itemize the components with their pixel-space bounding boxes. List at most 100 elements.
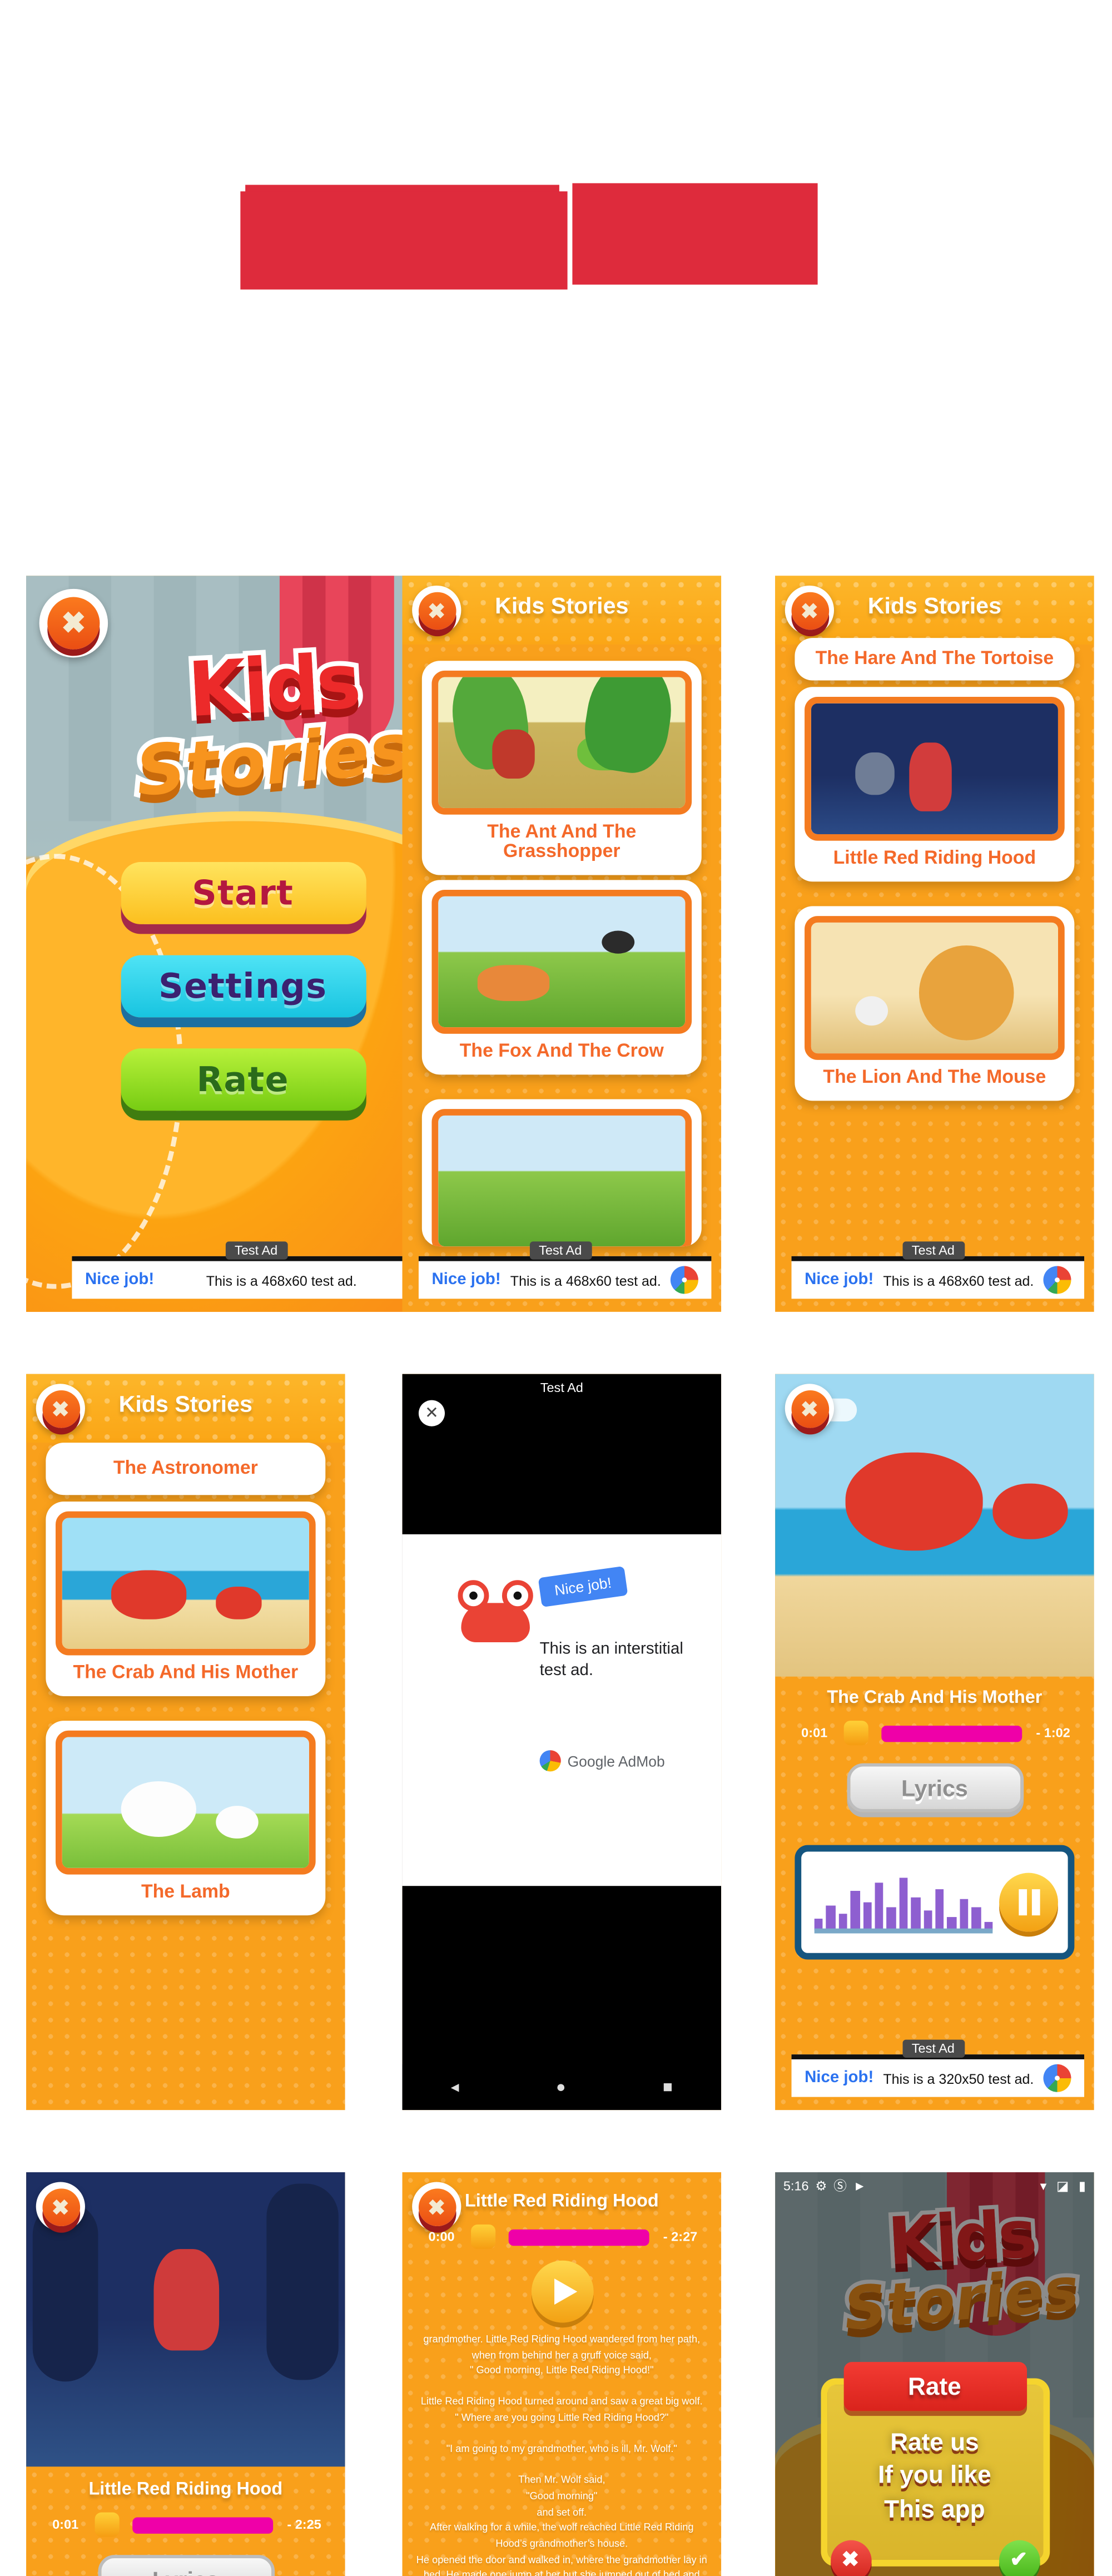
time-current: 0:00 xyxy=(428,2229,455,2245)
play-icon xyxy=(553,2278,577,2305)
close-button[interactable]: ✕ xyxy=(418,1400,445,1426)
ad-content-panel[interactable]: Nice job! This is an interstitial test a… xyxy=(402,1534,722,1886)
story-title: Little Red Riding Hood xyxy=(833,849,1036,869)
story-body-text: grandmother. Little Red Riding Hood wand… xyxy=(416,2334,707,2576)
story-card[interactable]: The Fox And The Crow xyxy=(421,880,702,1075)
gear-icon: ⚙ xyxy=(815,2178,827,2193)
home-icon[interactable]: ● xyxy=(556,2078,566,2096)
crow-figure xyxy=(601,930,634,954)
play-button[interactable] xyxy=(530,2260,593,2323)
interstitial-line-1: This is an interstitial xyxy=(539,1641,683,1659)
close-button[interactable]: ✖ xyxy=(785,1384,835,1433)
ant-figure xyxy=(492,729,535,779)
close-button[interactable]: ✖ xyxy=(36,2182,85,2231)
close-button[interactable]: ✖ xyxy=(39,588,108,658)
banner-ad[interactable]: Nice job! This is a 468x60 test ad. Test… xyxy=(791,1241,1085,1299)
lyrics-button[interactable]: Lyrics xyxy=(97,2555,274,2576)
baseline xyxy=(814,1928,993,1934)
admob-icon xyxy=(670,1266,698,1294)
logo-line-2: Stories xyxy=(127,703,418,816)
story-card[interactable]: Little Red Riding Hood xyxy=(795,687,1075,882)
settings-button[interactable]: Settings xyxy=(120,955,366,1018)
story-card[interactable]: The Hare And The Tortoise xyxy=(795,638,1075,681)
recents-icon[interactable]: ■ xyxy=(663,2078,673,2096)
rate-dialog: Rate Rate us If you like This app ✖ ✔ xyxy=(820,2362,1049,2576)
test-ad-label: Test Ad xyxy=(902,2039,965,2058)
story-card[interactable]: The Crab And His Mother xyxy=(46,1502,326,1697)
decline-button[interactable]: ✖ xyxy=(830,2539,871,2576)
close-icon: ✖ xyxy=(791,1389,828,1428)
banner-ad[interactable]: Nice job! This is a 468x60 test ad. Test… xyxy=(72,1241,450,1299)
lamb-art xyxy=(62,1737,309,1868)
play-store-icon: ► xyxy=(853,2178,866,2193)
signal-icon: ◪ xyxy=(1056,2178,1069,2193)
android-nav-bar: ◂ ● ■ xyxy=(402,2064,722,2111)
player-progress-bar[interactable]: 0:01 - 2:25 xyxy=(49,2512,322,2537)
pause-button[interactable] xyxy=(999,1872,1058,1932)
rate-button[interactable]: Rate xyxy=(120,1048,366,1111)
time-total: - 2:27 xyxy=(663,2229,698,2245)
close-icon: ✖ xyxy=(42,1389,80,1428)
crab-figure xyxy=(111,1570,187,1619)
progress-track[interactable] xyxy=(132,2516,274,2533)
story-thumbnail xyxy=(56,1730,316,1875)
close-button[interactable]: ✖ xyxy=(412,585,461,635)
screen-main-menu: Kids Stories ✖ Start Settings Rate Nice … xyxy=(26,576,460,1312)
lion-figure xyxy=(920,946,1015,1041)
close-icon: ✖ xyxy=(791,591,828,629)
banner-ad-nice-job: Nice job! xyxy=(85,1271,155,1289)
status-time: 5:16 xyxy=(783,2178,809,2193)
story-card[interactable]: The Lion And The Mouse xyxy=(795,906,1075,1101)
banner-ad-text: This is a 468x60 test ad. xyxy=(510,1271,661,1289)
grasshopper-figure xyxy=(576,735,632,771)
small-crab-figure xyxy=(215,1586,261,1619)
crab-small-figure xyxy=(992,1483,1068,1539)
story-title: The Astronomer xyxy=(113,1459,258,1479)
banner-ad[interactable]: Nice job! This is a 468x60 test ad. Test… xyxy=(418,1241,712,1299)
progress-track[interactable] xyxy=(881,1725,1022,1741)
app-logo: Kids Stories xyxy=(56,632,459,816)
ant-grasshopper-art xyxy=(438,677,686,808)
story-card[interactable]: The Astronomer xyxy=(46,1443,326,1495)
player-progress-bar[interactable]: 0:01 - 1:02 xyxy=(798,1721,1071,1746)
player-title: The Crab And His Mother xyxy=(827,1688,1042,1708)
accept-button[interactable]: ✔ xyxy=(998,2539,1040,2576)
lamb-figure xyxy=(215,1805,258,1838)
lyrics-button[interactable]: Lyrics xyxy=(846,1763,1023,1812)
crab-mother-art xyxy=(62,1518,309,1649)
test-ad-label: Test Ad xyxy=(902,1241,965,1260)
admob-crab-mascot xyxy=(451,1577,540,1652)
crab-eye-left xyxy=(458,1580,489,1612)
screen-player-riding-hood: ✖ Little Red Riding Hood 0:01 - 2:25 Lyr… xyxy=(26,2172,345,2576)
fox-figure xyxy=(478,964,550,1000)
banner-ad-text: This is a 468x60 test ad. xyxy=(883,1271,1034,1289)
banner-ad-text: This is a 320x50 test ad. xyxy=(883,2070,1034,2087)
redacted-block-2 xyxy=(572,183,818,285)
back-icon[interactable]: ◂ xyxy=(451,2078,459,2096)
interstitial-text: This is an interstitial test ad. xyxy=(540,1639,712,1681)
progress-track[interactable] xyxy=(508,2228,649,2245)
android-status-bar: 5:16 ⚙ Ⓢ ► ▾ ◪ ▮ xyxy=(775,2172,1094,2198)
story-card[interactable]: The Ant And The Grasshopper xyxy=(421,661,702,875)
story-card[interactable] xyxy=(421,1099,702,1247)
redacted-block-1 xyxy=(240,191,568,290)
start-button[interactable]: Start xyxy=(120,862,366,924)
wolf-figure xyxy=(855,753,895,796)
close-button[interactable]: ✖ xyxy=(36,1384,85,1433)
dialog-actions: ✖ ✔ xyxy=(827,2539,1042,2576)
story-card[interactable]: The Lamb xyxy=(46,1721,326,1916)
test-ad-label: Test Ad xyxy=(529,1241,592,1260)
banner-ad[interactable]: Nice job! This is a 320x50 test ad. Test… xyxy=(791,2039,1085,2097)
progress-knob[interactable] xyxy=(843,1721,868,1746)
player-progress-bar[interactable]: 0:00 - 2:27 xyxy=(425,2225,698,2250)
player-title: Little Red Riding Hood xyxy=(88,2479,283,2500)
close-button[interactable]: ✖ xyxy=(785,585,835,635)
crab-big-figure xyxy=(845,1453,983,1551)
fox-crow-art xyxy=(438,896,686,1028)
progress-knob[interactable] xyxy=(471,2225,496,2250)
dialog-message: Rate us If you like This app xyxy=(878,2429,991,2523)
admob-icon xyxy=(1043,2064,1071,2092)
progress-knob[interactable] xyxy=(95,2512,120,2537)
story-thumbnail xyxy=(805,916,1065,1060)
tree-right xyxy=(266,2184,339,2380)
